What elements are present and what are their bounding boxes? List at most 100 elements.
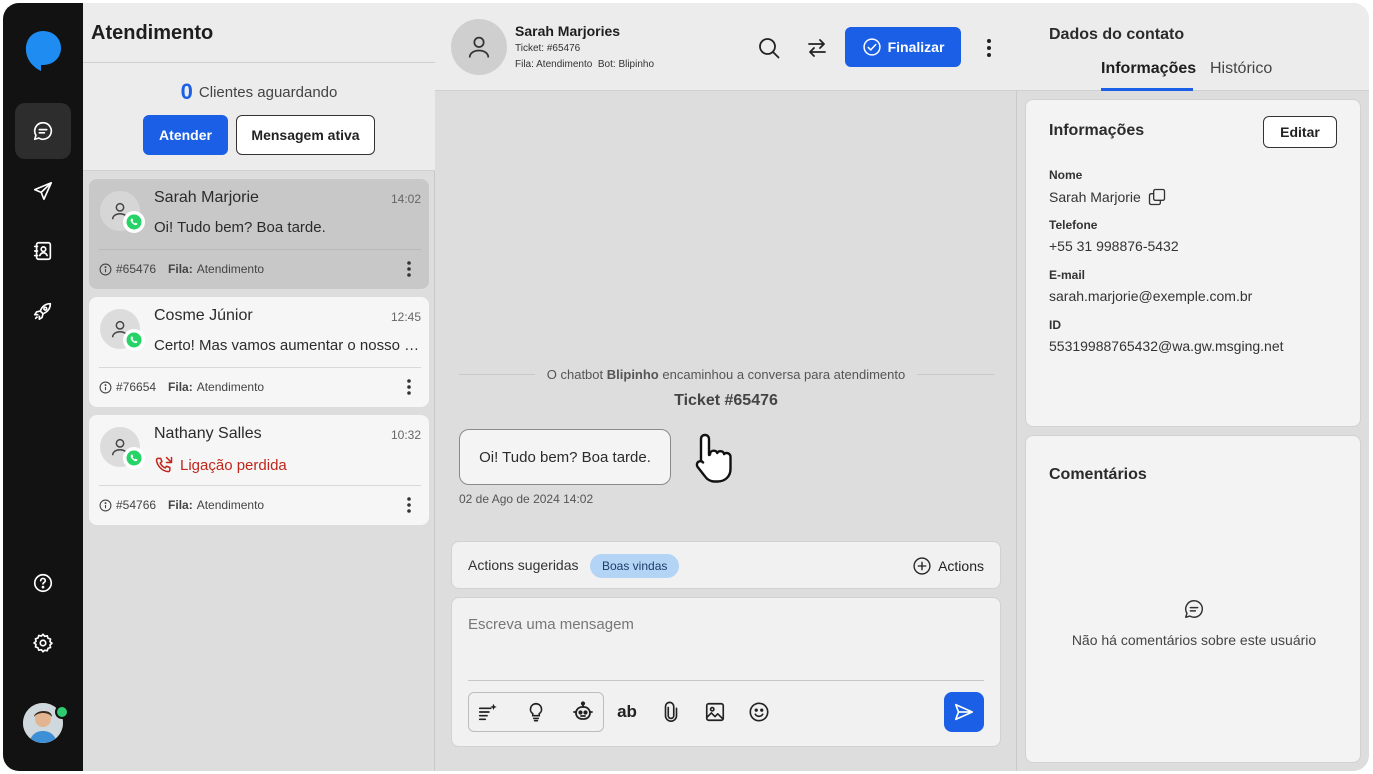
waiting-section: 0 Clientes aguardando Atender Mensagem at… [83,63,435,171]
message-timestamp: 02 de Ago de 2024 14:02 [459,492,594,506]
active-tab-indicator [1101,88,1193,91]
nav-rocket-icon[interactable] [15,283,71,339]
field-label-email: E-mail [1049,268,1086,282]
contact-avatar [451,19,507,75]
attachment-icon[interactable] [657,698,685,726]
conversation-item[interactable]: Cosme Júnior 12:45 Certo! Mas vamos aume… [89,297,429,407]
attend-button[interactable]: Atender [143,115,228,155]
chat-ticket-info: Ticket: #65476 [515,43,580,54]
conversation-meta: #54766 Fila: Atendimento [99,498,264,512]
active-message-button[interactable]: Mensagem ativa [236,115,375,155]
check-circle-icon [862,38,881,56]
more-options-icon[interactable] [399,495,419,515]
conversation-item[interactable]: Nathany Salles 10:32 Ligação perdida #54… [89,415,429,525]
divider [99,249,421,250]
info-icon [99,499,112,511]
more-options-icon[interactable] [976,35,1002,61]
ticket-number: #65476 [546,43,581,54]
message-bubble: Oi! Tudo bem? Boa tarde. [459,429,671,485]
finalize-button[interactable]: Finalizar [845,27,961,67]
info-card: Informações Editar Nome Sarah Marjorie T… [1025,99,1361,427]
nav-rail [3,3,83,771]
ticket-label: Ticket: [515,43,545,54]
nav-help-icon[interactable] [15,555,71,611]
message-composer: Escreva uma mensagem ab [451,597,1001,747]
field-value-id: 55319988765432@wa.gw.msging.net [1049,338,1284,354]
app-logo-icon [25,31,61,71]
chat-queue-info: Fila: Atendimento Bot: Blipinho [515,59,654,70]
online-status-indicator [55,705,69,719]
ticket-title: Ticket #65476 [674,392,778,409]
bot-icon[interactable] [569,698,597,726]
actions-label: Actions [938,558,984,574]
waiting-summary: 0 Clientes aguardando [83,79,435,105]
finalize-label: Finalizar [887,39,945,55]
contact-name: Nathany Salles [154,425,262,442]
edit-button[interactable]: Editar [1263,116,1337,148]
whatsapp-icon [123,447,145,469]
queue-panel: Atendimento 0 Clientes aguardando Atender… [83,3,435,771]
waiting-label: Clientes aguardando [198,84,338,101]
send-button[interactable] [944,692,984,732]
waiting-count: 0 [180,79,193,104]
conversation-meta: #76654 Fila: Atendimento [99,380,264,394]
nav-settings-icon[interactable] [15,615,71,671]
system-suffix: encaminhou a conversa para atendimento [662,367,906,382]
conversation-meta: #65476 Fila: Atendimento [99,262,264,276]
ticket-number: #65476 [116,262,157,276]
lightbulb-icon[interactable] [522,698,550,726]
nav-send-icon[interactable] [15,163,71,219]
tab-informacoes[interactable]: Informações [1101,60,1196,78]
chat-header: Sarah Marjories Ticket: #65476 Fila: Ate… [435,3,1017,91]
system-prefix: O chatbot [546,367,604,382]
field-value-phone: +55 31 998876-5432 [1049,238,1179,254]
composer-divider [468,680,984,681]
copy-icon[interactable] [1147,187,1167,207]
queue-label: Fila: [168,380,193,394]
nav-chat-icon[interactable] [15,103,71,159]
message-time: 14:02 [390,192,421,206]
message-time: 12:45 [390,310,421,324]
more-options-icon[interactable] [399,377,419,397]
conversation-item[interactable]: Sarah Marjorie 14:02 Oi! Tudo bem? Boa t… [89,179,429,289]
ticket-number: #54766 [116,498,157,512]
whatsapp-icon [123,329,145,351]
divider [99,485,421,486]
field-value-name: Sarah Marjorie [1049,187,1167,207]
text-format-button[interactable]: ab [613,698,641,726]
more-options-icon[interactable] [399,259,419,279]
suggested-actions-label: Actions sugeridas [468,557,579,573]
comments-empty-message: Não há comentários sobre este usuário [1071,632,1317,648]
divider [99,367,421,368]
contact-header: Dados do contato Informações Histórico [1017,3,1369,91]
last-message: Oi! Tudo bem? Boa tarde. [154,219,326,236]
actions-button[interactable]: Actions [912,554,984,578]
bot-label: Bot: [597,59,616,70]
hand-pointer-icon [695,433,732,483]
image-icon[interactable] [701,698,729,726]
queue-header: Atendimento [83,3,435,63]
contact-name: Cosme Júnior [154,307,253,324]
message-input[interactable]: Escreva uma mensagem [468,616,634,633]
field-label-phone: Telefone [1049,218,1098,232]
search-icon[interactable] [756,35,782,61]
suggested-actions-bar: Actions sugeridas Boas vindas Actions [451,541,1001,589]
contact-name: Sarah Marjorie [154,189,259,206]
message-time: 10:32 [390,428,421,442]
info-title: Informações [1049,122,1145,139]
nav-contacts-icon[interactable] [15,223,71,279]
queue-name: Atendimento [196,380,265,394]
transfer-icon[interactable] [804,35,830,61]
queue-label: Fila: [168,498,193,512]
queue-name: Atendimento [196,262,265,276]
chat-contact-name: Sarah Marjories [515,23,621,39]
ai-text-icon[interactable] [474,698,502,726]
field-label-id: ID [1049,318,1061,332]
emoji-icon[interactable] [745,698,773,726]
contact-full-name: Sarah Marjorie [1049,189,1141,205]
comments-title: Comentários [1049,466,1147,483]
queue-title: Atendimento [91,22,214,44]
tab-historico[interactable]: Histórico [1210,60,1272,78]
suggested-action-chip[interactable]: Boas vindas [590,554,680,578]
missed-call-label: Ligação perdida [180,456,287,474]
